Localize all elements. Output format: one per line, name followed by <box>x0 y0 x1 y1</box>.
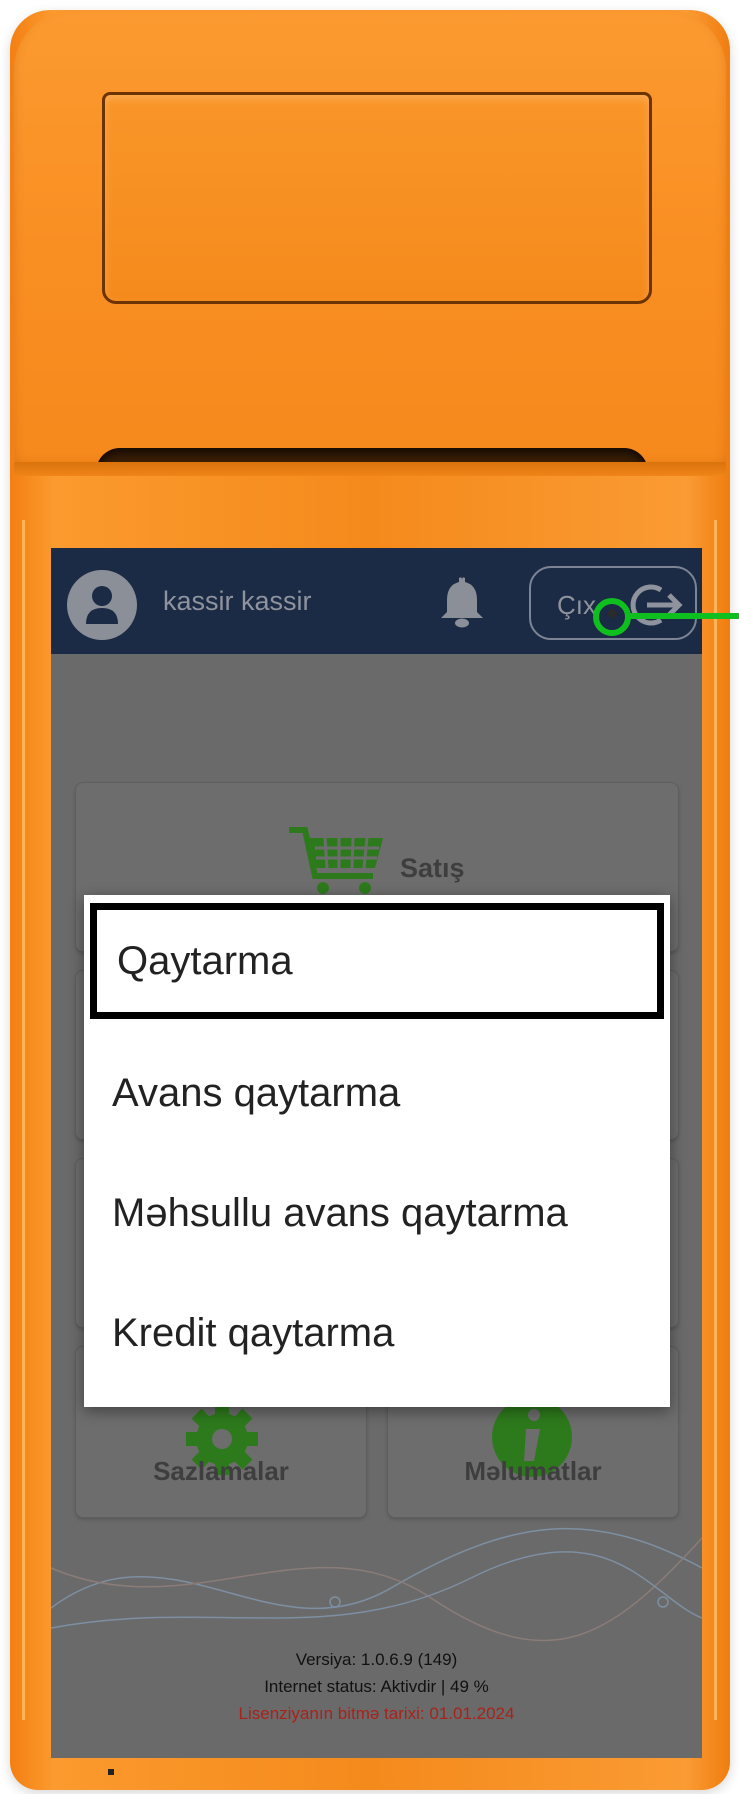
username: kassir kassir <box>163 586 312 616</box>
return-options-menu: Qaytarma Avans qaytarma Məhsullu avans q… <box>84 895 670 1407</box>
logout-icon <box>630 584 683 626</box>
background-waves <box>51 1527 702 1642</box>
click-point <box>608 609 617 618</box>
printer-ledge <box>14 462 726 476</box>
license-expiry-text: Lisenziyanın bitmə tarixi: 01.01.2024 <box>238 1704 515 1723</box>
footer: Versiya: 1.0.6.9 (149) Internet status: … <box>51 1646 702 1727</box>
logout-label: Çıx <box>557 590 596 620</box>
internet-status-text: Internet status: Aktivdir | 49 % <box>264 1677 489 1696</box>
shopping-cart-icon <box>289 827 383 894</box>
menu-item-avans-qaytarma[interactable]: Avans qaytarma <box>84 1035 670 1151</box>
device-edge-highlight <box>22 520 25 1720</box>
sales-label: Satış <box>400 853 465 883</box>
device-edge-highlight <box>714 520 717 1720</box>
user-icon <box>86 586 118 624</box>
device-dot <box>108 1769 114 1775</box>
avatar[interactable] <box>67 570 137 640</box>
paper-cover <box>102 92 652 304</box>
version-text: Versiya: 1.0.6.9 (149) <box>295 1650 458 1669</box>
menu-item-mehsullu-avans-qaytarma[interactable]: Məhsullu avans qaytarma <box>84 1155 670 1271</box>
click-pointer-line <box>628 613 739 619</box>
menu-item-kredit-qaytarma[interactable]: Kredit qaytarma <box>84 1275 670 1391</box>
menu-item-qaytarma[interactable]: Qaytarma <box>90 903 664 1019</box>
bell-icon[interactable] <box>439 576 485 628</box>
